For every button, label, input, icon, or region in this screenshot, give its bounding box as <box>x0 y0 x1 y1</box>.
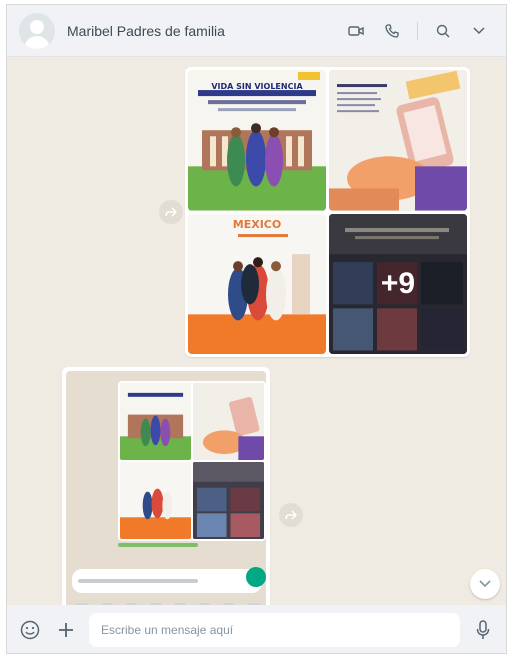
video-call-icon[interactable] <box>341 16 371 46</box>
composer-bar <box>7 605 506 653</box>
screenshot-caption-line <box>118 543 198 547</box>
microphone-icon[interactable] <box>470 617 496 643</box>
album-image-4[interactable]: +9 <box>329 213 467 354</box>
forward-icon[interactable] <box>279 503 303 527</box>
emoji-icon[interactable] <box>17 617 43 643</box>
chat-header: Maribel Padres de familia <box>7 5 506 57</box>
scroll-down-button[interactable] <box>470 569 500 599</box>
more-images-count[interactable]: +9 <box>329 213 467 354</box>
message-list[interactable]: VIDA SIN VIOLENCIA MEXICO +9 <box>7 57 506 653</box>
screenshot-album <box>118 381 266 541</box>
search-icon[interactable] <box>428 16 458 46</box>
avatar[interactable] <box>19 12 55 49</box>
voice-call-icon[interactable] <box>377 16 407 46</box>
message-input[interactable] <box>89 613 460 647</box>
forward-icon[interactable] <box>159 200 183 224</box>
chat-window: Maribel Padres de familia VIDA SIN VIOLE… <box>6 4 507 654</box>
poster-title: MEXICO <box>232 217 282 231</box>
screenshot-send-icon <box>246 567 266 587</box>
image-album-message[interactable]: VIDA SIN VIOLENCIA MEXICO +9 <box>185 67 470 357</box>
chat-title[interactable]: Maribel Padres de familia <box>67 23 341 39</box>
screenshot-input-bar <box>72 569 262 593</box>
poster-title: VIDA SIN VIOLENCIA <box>211 82 303 91</box>
chevron-down-icon[interactable] <box>464 16 494 46</box>
plus-icon[interactable] <box>53 617 79 643</box>
header-divider <box>417 21 418 40</box>
album-image-1[interactable]: VIDA SIN VIOLENCIA <box>188 70 326 211</box>
album-image-2[interactable] <box>329 70 467 211</box>
chevron-down-icon <box>479 580 491 588</box>
album-image-3[interactable]: MEXICO <box>188 213 326 354</box>
